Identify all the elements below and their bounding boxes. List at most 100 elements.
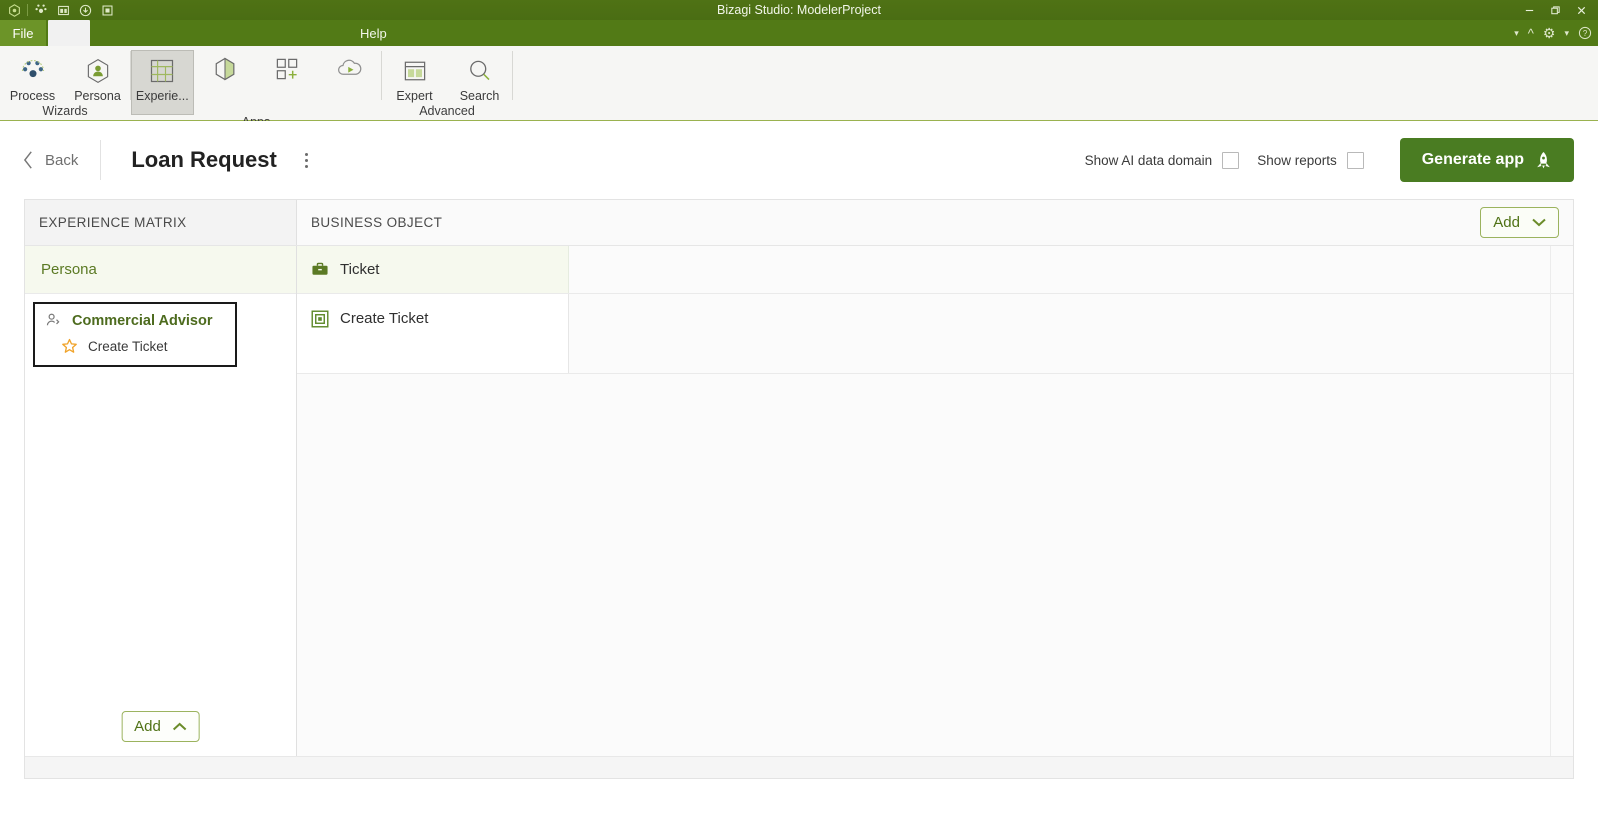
persona-icon	[84, 56, 112, 86]
matrix-column-business-objects: Ticket Create Ticket	[297, 246, 1573, 756]
column-header-experience-matrix: EXPERIENCE MATRIX	[25, 200, 297, 245]
help-circle-icon[interactable]: ?	[1578, 26, 1592, 40]
rocket-icon	[1535, 151, 1552, 170]
more-options-menu[interactable]	[299, 149, 314, 172]
add-app-icon	[273, 55, 301, 83]
download-icon[interactable]	[74, 1, 96, 19]
ribbon-button-process[interactable]: Process	[0, 50, 65, 104]
window-controls	[1516, 0, 1594, 20]
collapse-ribbon-icon[interactable]: ^	[1528, 26, 1534, 41]
form-squares-icon	[311, 310, 329, 328]
back-button-label: Back	[45, 151, 79, 169]
matrix-column-personas: Persona Commercial Advisor Create Ticket…	[25, 246, 297, 756]
persona-card-commercial-advisor[interactable]: Commercial Advisor Create Ticket	[33, 302, 237, 367]
ribbon-button-process-label: Process	[9, 89, 56, 103]
business-object-ticket[interactable]: Ticket	[297, 246, 569, 293]
persona-card-task-label: Create Ticket	[88, 339, 168, 354]
ribbon-right-controls: ▾ ^ ⚙ ▾ ?	[1514, 20, 1592, 46]
generate-app-button[interactable]: Generate app	[1399, 138, 1574, 182]
chevron-left-icon	[22, 150, 35, 170]
column-header-business-object: BUSINESS OBJECT	[297, 200, 1573, 245]
ribbon-button-experience[interactable]: Experie...	[131, 50, 194, 115]
show-reports-group[interactable]: Show reports	[1257, 151, 1364, 169]
header-right-controls: Show AI data domain Show reports Generat…	[1085, 138, 1574, 182]
ribbon-group-advanced: Expert Search Advanced	[382, 46, 512, 120]
process-network-icon	[19, 56, 47, 86]
kebab-dot	[304, 164, 308, 168]
ribbon-button-expert[interactable]: Expert	[382, 50, 447, 104]
restore-button[interactable]	[1542, 0, 1568, 20]
back-button[interactable]: Back	[22, 150, 100, 170]
minimize-button[interactable]	[1516, 0, 1542, 20]
matrix-body: Persona Commercial Advisor Create Ticket…	[25, 246, 1573, 756]
close-button[interactable]	[1568, 0, 1594, 20]
chevron-down-icon	[1532, 218, 1546, 227]
window-title: Bizagi Studio: ModelerProject	[717, 3, 881, 17]
page-header: Back Loan Request Show AI data domain Sh…	[0, 121, 1598, 199]
tab-file[interactable]: File	[0, 20, 46, 46]
bizagi-logo-icon[interactable]	[3, 1, 25, 19]
persona-card-name: Commercial Advisor	[72, 312, 213, 329]
ribbon-tab-strip: File Help ▾ ^ ⚙ ▾ ?	[0, 20, 1598, 46]
tab-active-blank[interactable]	[48, 20, 90, 46]
star-icon	[61, 338, 78, 355]
experience-matrix-icon	[148, 56, 176, 86]
ribbon-group-advanced-label: Advanced	[419, 104, 475, 118]
ribbon-toolbar: Process Persona Wizards Experie... Exper…	[0, 46, 1598, 129]
business-object-ticket-label: Ticket	[340, 261, 380, 278]
business-object-empty-area	[297, 374, 1573, 756]
expert-layout-icon	[401, 56, 429, 86]
quick-access-toolbar	[0, 1, 118, 19]
ribbon-group-apps: Experie... Apps	[131, 46, 381, 129]
persona-small-icon	[45, 312, 62, 329]
kebab-dot	[304, 158, 308, 162]
ribbon-button-persona[interactable]: Persona	[65, 50, 130, 104]
persona-row-header: Persona	[25, 246, 296, 294]
ribbon-button-expert-label: Expert	[396, 89, 433, 103]
options-caret-icon[interactable]: ▾	[1564, 28, 1569, 39]
business-object-header-row: Ticket	[297, 246, 1573, 294]
cube-shape-icon	[211, 55, 239, 83]
chevron-up-icon	[173, 722, 187, 731]
matrix-icon[interactable]	[96, 1, 118, 19]
settings-gear-icon[interactable]: ⚙	[1543, 25, 1556, 42]
add-button-bottom[interactable]: Add	[121, 711, 200, 742]
persona-card-title-row: Commercial Advisor	[45, 312, 225, 329]
cloud-deploy-icon	[335, 55, 365, 83]
briefcase-icon	[311, 261, 329, 278]
matrix-panel-footer	[25, 756, 1573, 778]
generate-app-label: Generate app	[1421, 151, 1524, 168]
task-create-ticket-label: Create Ticket	[340, 310, 429, 327]
task-row: Create Ticket	[297, 294, 1573, 374]
show-reports-checkbox[interactable]	[1346, 151, 1364, 169]
process-dots-icon[interactable]	[30, 1, 52, 19]
show-reports-label: Show reports	[1257, 152, 1337, 168]
window-icon[interactable]	[52, 1, 74, 19]
kebab-dot	[304, 152, 308, 156]
show-ai-data-domain-checkbox[interactable]	[1222, 151, 1240, 169]
show-ai-data-domain-group[interactable]: Show AI data domain	[1084, 151, 1240, 169]
persona-card-task[interactable]: Create Ticket	[45, 338, 225, 355]
task-row-empty	[569, 294, 1573, 373]
ribbon-button-cloud-deploy[interactable]	[319, 50, 381, 83]
dropdown-caret-icon[interactable]: ▾	[1514, 28, 1519, 39]
ribbon-separator-3	[512, 51, 513, 100]
matrix-right-rule	[1550, 246, 1551, 756]
ribbon-button-cube[interactable]	[194, 50, 256, 83]
add-button-top-label: Add	[1493, 214, 1520, 231]
ribbon-button-experience-label: Experie...	[135, 89, 189, 103]
add-button-top[interactable]: Add	[1480, 207, 1559, 238]
search-icon	[466, 56, 494, 86]
ribbon-button-search[interactable]: Search	[447, 50, 512, 104]
ribbon-button-persona-label: Persona	[74, 89, 121, 103]
ribbon-button-add-app[interactable]	[256, 50, 318, 83]
experience-matrix-panel: EXPERIENCE MATRIX BUSINESS OBJECT Add Pe…	[24, 199, 1574, 779]
show-ai-data-domain-label: Show AI data domain	[1084, 152, 1213, 168]
ribbon-group-wizards: Process Persona Wizards	[0, 46, 130, 120]
tab-help[interactable]: Help	[360, 20, 387, 46]
add-button-bottom-label: Add	[134, 718, 161, 735]
task-create-ticket[interactable]: Create Ticket	[297, 294, 569, 373]
ribbon-button-search-label: Search	[459, 89, 500, 103]
matrix-panel-wrapper: EXPERIENCE MATRIX BUSINESS OBJECT Add Pe…	[0, 199, 1598, 799]
matrix-column-headers: EXPERIENCE MATRIX BUSINESS OBJECT Add	[25, 200, 1573, 246]
